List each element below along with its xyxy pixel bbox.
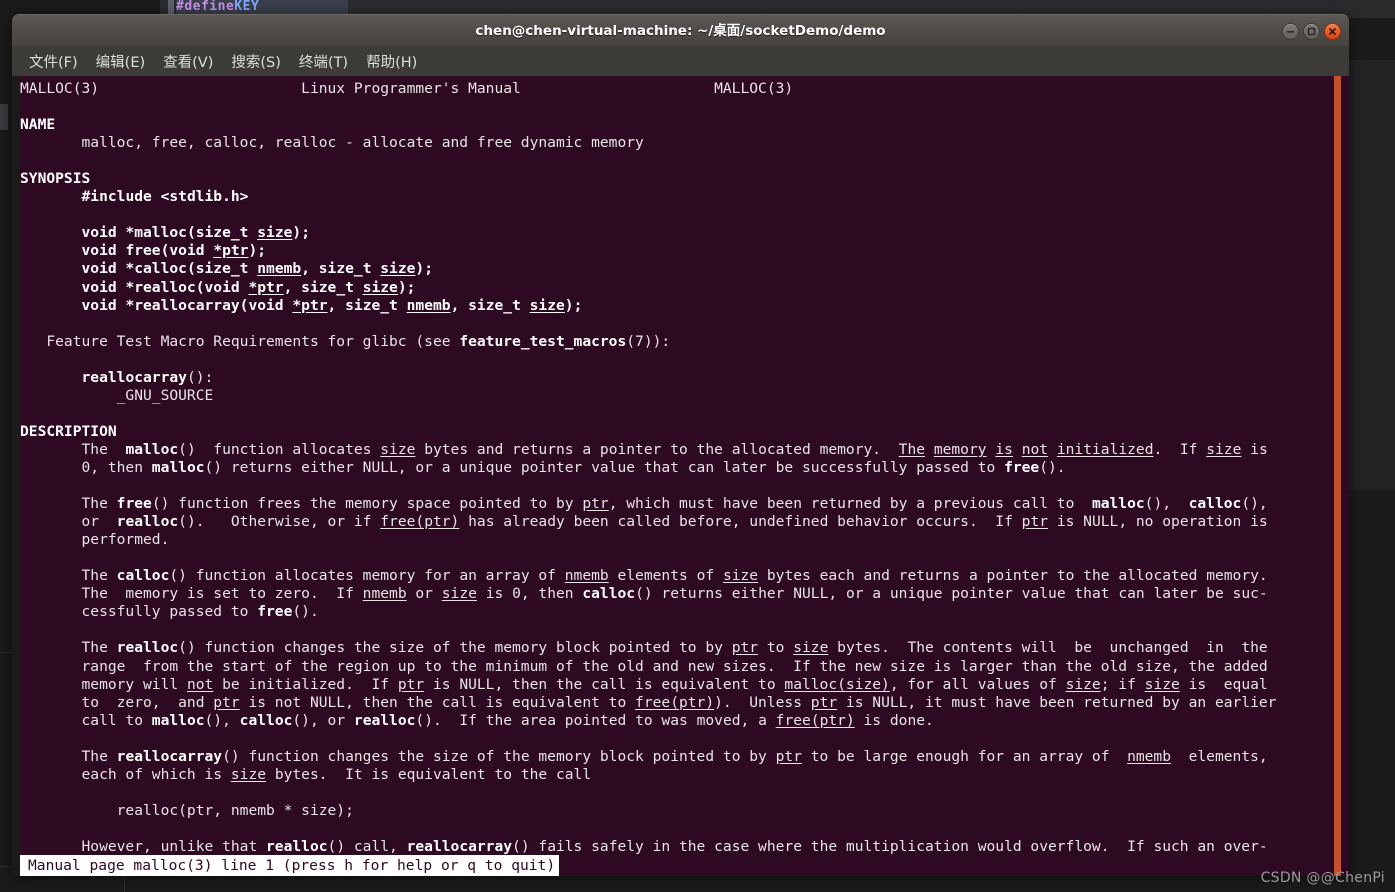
background-code-line: #defineKEY bbox=[176, 0, 348, 14]
background-code-identifier: KEY bbox=[234, 0, 260, 14]
menu-item-terminal[interactable]: 终端(T) bbox=[292, 48, 355, 75]
terminal-left-strip bbox=[12, 76, 20, 876]
background-left-scrollbar[interactable] bbox=[0, 104, 8, 130]
terminal-right-gap bbox=[1341, 76, 1349, 876]
menu-item-view[interactable]: 查看(V) bbox=[156, 48, 220, 75]
menu-item-edit[interactable]: 编辑(E) bbox=[89, 48, 152, 75]
titlebar[interactable]: chen@chen-virtual-machine: ~/桌面/socketDe… bbox=[12, 14, 1349, 46]
close-button[interactable] bbox=[1324, 22, 1341, 40]
terminal-body[interactable]: MALLOC(3) Linux Programmer's Manual MALL… bbox=[12, 76, 1349, 876]
window-title: chen@chen-virtual-machine: ~/桌面/socketDe… bbox=[475, 23, 886, 39]
terminal-scrollbar-thumb[interactable] bbox=[1334, 76, 1341, 876]
manpage-content: MALLOC(3) Linux Programmer's Manual MALL… bbox=[20, 80, 1277, 855]
watermark: CSDN @@ChenPi bbox=[1260, 870, 1385, 886]
window-controls bbox=[1282, 15, 1341, 47]
maximize-button[interactable] bbox=[1303, 22, 1320, 40]
terminal-window: chen@chen-virtual-machine: ~/桌面/socketDe… bbox=[12, 14, 1349, 876]
minimize-button[interactable] bbox=[1282, 22, 1299, 40]
close-icon bbox=[1329, 27, 1336, 35]
menu-item-help[interactable]: 帮助(H) bbox=[359, 48, 424, 75]
maximize-icon bbox=[1307, 27, 1316, 35]
menubar: 文件(F) 编辑(E) 查看(V) 搜索(S) 终端(T) 帮助(H) bbox=[12, 46, 1349, 76]
status-bar: Manual page malloc(3) line 1 (press h fo… bbox=[20, 855, 560, 876]
minimize-icon bbox=[1287, 30, 1294, 33]
menu-item-search[interactable]: 搜索(S) bbox=[224, 48, 288, 75]
background-code-keyword: #define bbox=[176, 0, 235, 14]
background-right-panel bbox=[1345, 60, 1395, 490]
menu-item-file[interactable]: 文件(F) bbox=[22, 48, 85, 75]
terminal-scrollbar[interactable] bbox=[1334, 76, 1341, 876]
